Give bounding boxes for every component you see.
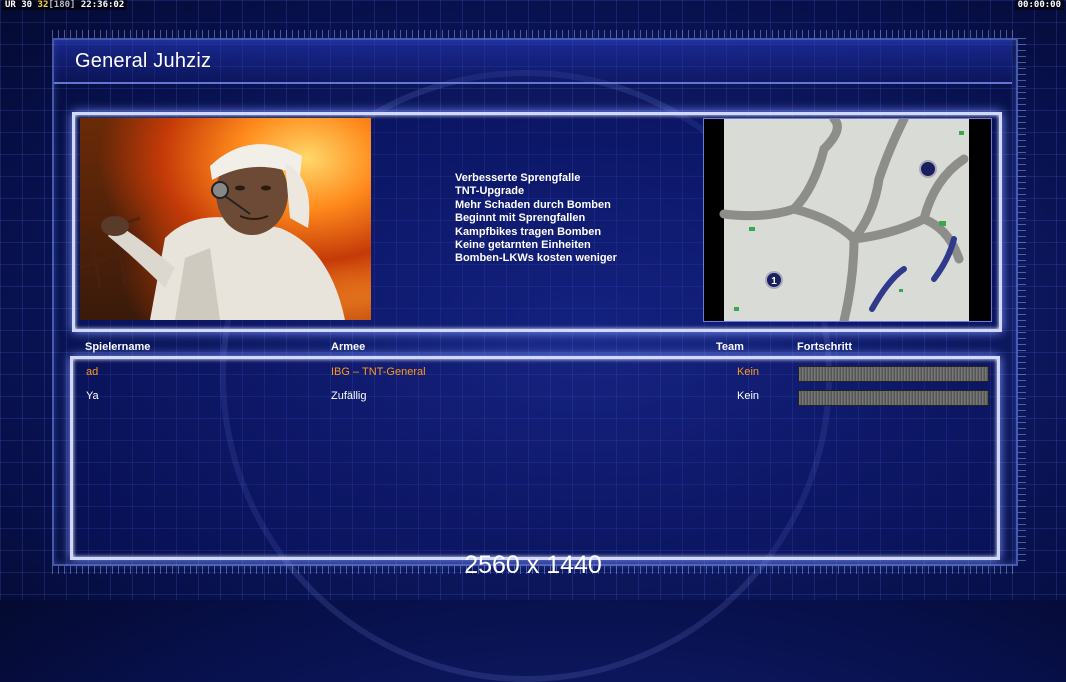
minimap[interactable]: 1 [703, 114, 992, 326]
hud-overlay: UR 30 32[180] 22:36:02 00:00:00 [0, 0, 1066, 10]
column-header-player-name: Spielername [85, 341, 151, 353]
frame-ruler-top [52, 30, 1014, 38]
hud-clock: 22:36:02 [80, 0, 125, 10]
bonus-item: Bomben-LKWs kosten weniger [455, 252, 617, 265]
hud-prefix: UR [5, 0, 16, 10]
hud-stats: UR 30 32[180] 22:36:02 [2, 0, 128, 10]
page-title: General Juhziz [75, 50, 212, 72]
bonus-item: Kampfbikes tragen Bomben [455, 225, 602, 238]
resolution-label: 2560 x 1440 [464, 551, 602, 579]
player-row[interactable]: Ya Zufällig Kein [0, 390, 1066, 408]
hud-fps-a: 30 [21, 0, 33, 10]
player-team: Kein [737, 390, 760, 402]
player-progress-bar [798, 390, 989, 406]
player-progress-bar [798, 366, 989, 382]
hud-game-timer: 00:00:00 [1014, 0, 1064, 10]
bonus-item: Beginnt mit Sprengfallen [455, 212, 586, 225]
hud-fps-c: [180] [48, 0, 76, 10]
bonus-item: Mehr Schaden durch Bomben [455, 198, 611, 211]
player-army: Zufällig [331, 390, 367, 402]
bonus-item: TNT-Upgrade [455, 185, 525, 198]
minimap-image: 1 [719, 114, 969, 326]
minimap-start-marker[interactable]: 1 [771, 276, 777, 287]
column-header-progress: Fortschritt [797, 341, 852, 353]
player-name: Ya [86, 390, 99, 402]
bonus-item: Verbesserte Sprengfalle [455, 172, 581, 184]
player-team: Kein [737, 366, 760, 378]
general-portrait [80, 118, 371, 320]
general-portrait-image [80, 144, 345, 320]
general-bonus-list: Verbesserte Sprengfalle TNT-Upgrade Mehr… [455, 172, 617, 266]
frame-ruler-right [1018, 38, 1026, 562]
players-panel [70, 356, 1000, 560]
player-name: ad [86, 366, 99, 378]
player-row[interactable]: ad IBG – TNT-General Kein [0, 366, 1066, 384]
player-army: IBG – TNT-General [331, 366, 426, 378]
bonus-item: Keine getarnten Einheiten [455, 239, 591, 252]
hud-fps-b: 32 [37, 0, 49, 10]
column-header-team: Team [716, 341, 744, 353]
column-header-army: Armee [331, 341, 366, 353]
